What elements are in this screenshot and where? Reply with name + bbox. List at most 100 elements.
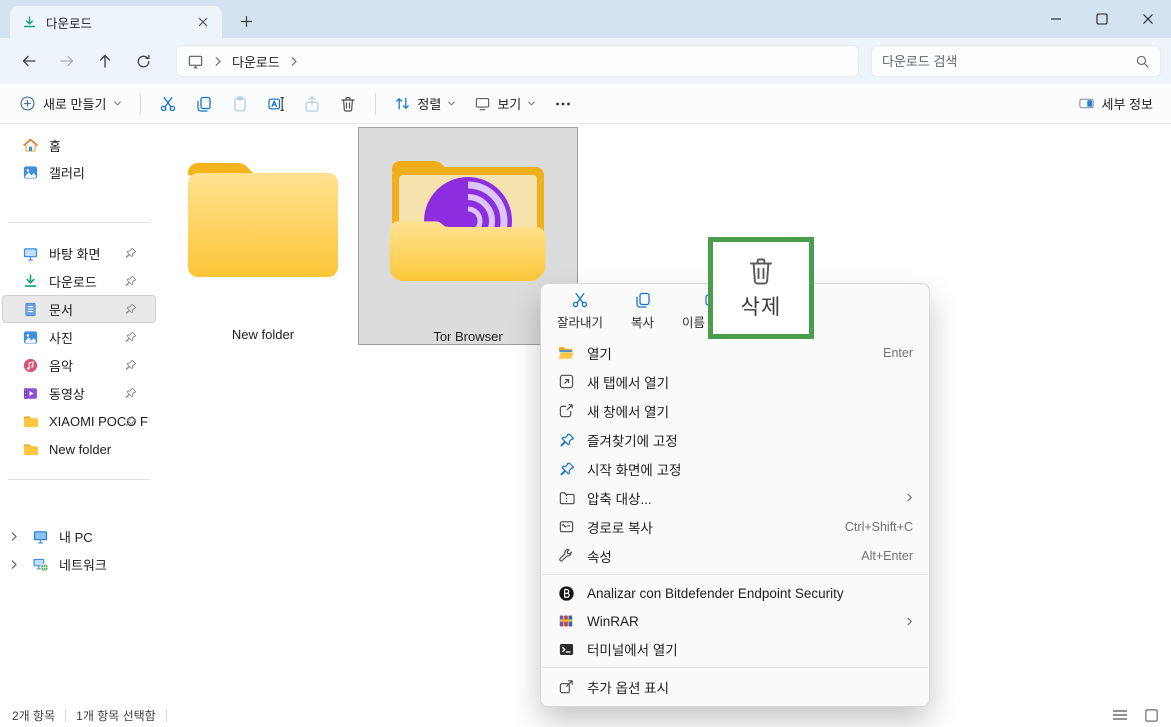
tab-title: 다운로드 [46, 13, 192, 32]
sidebar-separator [8, 479, 150, 480]
menu-separator [542, 574, 928, 575]
sidebar-item-gallery[interactable]: 갤러리 [2, 159, 156, 186]
folder-icon-large [182, 152, 344, 281]
tab-close-icon[interactable] [192, 11, 214, 33]
menu-item-properties[interactable]: 속성 Alt+Enter [545, 541, 925, 570]
open-new-window-icon [557, 402, 575, 420]
menu-item-label: 시작 화면에 고정 [587, 459, 913, 479]
menu-item-winrar[interactable]: WinRAR [545, 607, 925, 635]
chevron-right-icon[interactable] [6, 559, 22, 570]
more-commands-button[interactable] [545, 88, 581, 120]
statusbar-view-toggles [1112, 708, 1159, 723]
quick-action-label: 복사 [631, 312, 654, 331]
selection-count: 1개 항목 선택함 [76, 707, 156, 724]
menu-item-open-in-terminal[interactable]: 터미널에서 열기 [545, 635, 925, 663]
zip-folder-icon [557, 489, 575, 507]
details-view-icon[interactable] [1112, 708, 1128, 722]
file-name: New folder [232, 327, 294, 342]
cut-button[interactable] [150, 88, 186, 120]
refresh-button[interactable] [124, 44, 162, 78]
delete-button[interactable] [330, 88, 366, 120]
menu-item-shortcut: Alt+Enter [861, 549, 913, 563]
pin-icon [124, 415, 136, 427]
menu-separator [542, 667, 928, 668]
menu-item-label: 새 탭에서 열기 [587, 372, 913, 392]
menu-item-shortcut: Enter [883, 346, 913, 360]
search-box[interactable] [871, 45, 1161, 77]
file-list-area[interactable]: New folder [158, 124, 1171, 703]
sidebar-item-documents[interactable]: 문서 [2, 295, 156, 323]
rename-button[interactable] [258, 88, 294, 120]
up-button[interactable] [86, 44, 124, 78]
pin-icon [124, 387, 136, 399]
forward-button[interactable] [48, 44, 86, 78]
menu-item-compress-to[interactable]: 압축 대상... [545, 483, 925, 512]
sort-button[interactable]: 정렬 [385, 88, 465, 120]
menu-item-open[interactable]: 열기 Enter [545, 338, 925, 367]
home-icon [22, 137, 39, 154]
details-pane-toggle[interactable]: 세부 정보 [1070, 88, 1161, 120]
sort-label: 정렬 [417, 94, 441, 113]
details-pane-icon [1078, 95, 1095, 112]
menu-item-label: 열기 [587, 343, 871, 363]
search-input[interactable] [882, 54, 1135, 69]
cut-menu-button[interactable]: 잘라내기 [555, 289, 605, 333]
menu-item-label: Analizar con Bitdefender Endpoint Securi… [587, 586, 913, 601]
delete-button-highlighted[interactable]: 삭제 [708, 237, 814, 339]
context-menu: 잘라내기 복사 이름 바꾸기 [540, 283, 930, 707]
sidebar-item-network[interactable]: 네트워크 [2, 550, 156, 578]
menu-item-pin-to-start[interactable]: 시작 화면에 고정 [545, 454, 925, 483]
chevron-right-icon [290, 56, 298, 67]
back-button[interactable] [10, 44, 48, 78]
minimize-button[interactable] [1033, 0, 1079, 38]
delete-label: 삭제 [741, 291, 782, 321]
download-icon [22, 273, 39, 290]
terminal-icon [557, 640, 575, 658]
copy-menu-button[interactable]: 복사 [629, 289, 656, 333]
breadcrumb-item-downloads[interactable]: 다운로드 [232, 52, 280, 71]
quick-action-label: 잘라내기 [557, 312, 603, 331]
breadcrumb[interactable]: 다운로드 [176, 45, 859, 77]
copy-button[interactable] [186, 88, 222, 120]
sidebar-item-xiaomi-poco[interactable]: XIAOMI POCO F [2, 407, 156, 435]
menu-item-open-new-window[interactable]: 새 창에서 열기 [545, 396, 925, 425]
sidebar-item-pictures[interactable]: 사진 [2, 323, 156, 351]
sidebar-item-music[interactable]: 음악 [2, 351, 156, 379]
menu-item-show-more-options[interactable]: 추가 옵션 표시 [545, 672, 925, 701]
copy-path-icon [557, 518, 575, 536]
new-item-button[interactable]: 새로 만들기 [10, 88, 131, 120]
file-tile-new-folder[interactable]: New folder [168, 128, 358, 342]
music-icon [22, 357, 39, 374]
properties-wrench-icon [557, 547, 575, 565]
share-button[interactable] [294, 88, 330, 120]
body-area: 홈 갤러리 바탕 화면 [0, 124, 1171, 703]
sidebar-item-this-pc[interactable]: 내 PC [2, 522, 156, 550]
close-button[interactable] [1125, 0, 1171, 38]
new-tab-button[interactable] [232, 8, 260, 34]
sidebar-item-home[interactable]: 홈 [2, 132, 156, 159]
menu-item-open-new-tab[interactable]: 새 탭에서 열기 [545, 367, 925, 396]
explorer-tab-downloads[interactable]: 다운로드 [10, 6, 222, 38]
sidebar-item-downloads[interactable]: 다운로드 [2, 267, 156, 295]
chevron-right-icon[interactable] [6, 531, 22, 542]
statusbar-divider [65, 709, 66, 722]
menu-item-bitdefender-scan[interactable]: Analizar con Bitdefender Endpoint Securi… [545, 579, 925, 607]
menu-item-label: 터미널에서 열기 [587, 639, 913, 659]
sidebar-item-desktop[interactable]: 바탕 화면 [2, 239, 156, 267]
menu-item-copy-as-path[interactable]: 경로로 복사 Ctrl+Shift+C [545, 512, 925, 541]
sidebar-item-videos[interactable]: 동영상 [2, 379, 156, 407]
this-pc-monitor-icon [187, 53, 204, 70]
menu-item-label: 경로로 복사 [587, 517, 833, 537]
menu-item-label: 즐겨찾기에 고정 [587, 430, 913, 450]
sidebar-item-new-folder[interactable]: New folder [2, 435, 156, 463]
paste-button[interactable] [222, 88, 258, 120]
sidebar-item-label: New folder [49, 442, 148, 457]
document-icon [22, 301, 39, 318]
view-button[interactable]: 보기 [465, 88, 545, 120]
large-icons-view-icon[interactable] [1144, 708, 1159, 723]
statusbar-divider [166, 709, 167, 722]
open-new-tab-icon [557, 373, 575, 391]
maximize-button[interactable] [1079, 0, 1125, 38]
view-layout-icon [474, 95, 491, 112]
menu-item-pin-to-favorites[interactable]: 즐겨찾기에 고정 [545, 425, 925, 454]
